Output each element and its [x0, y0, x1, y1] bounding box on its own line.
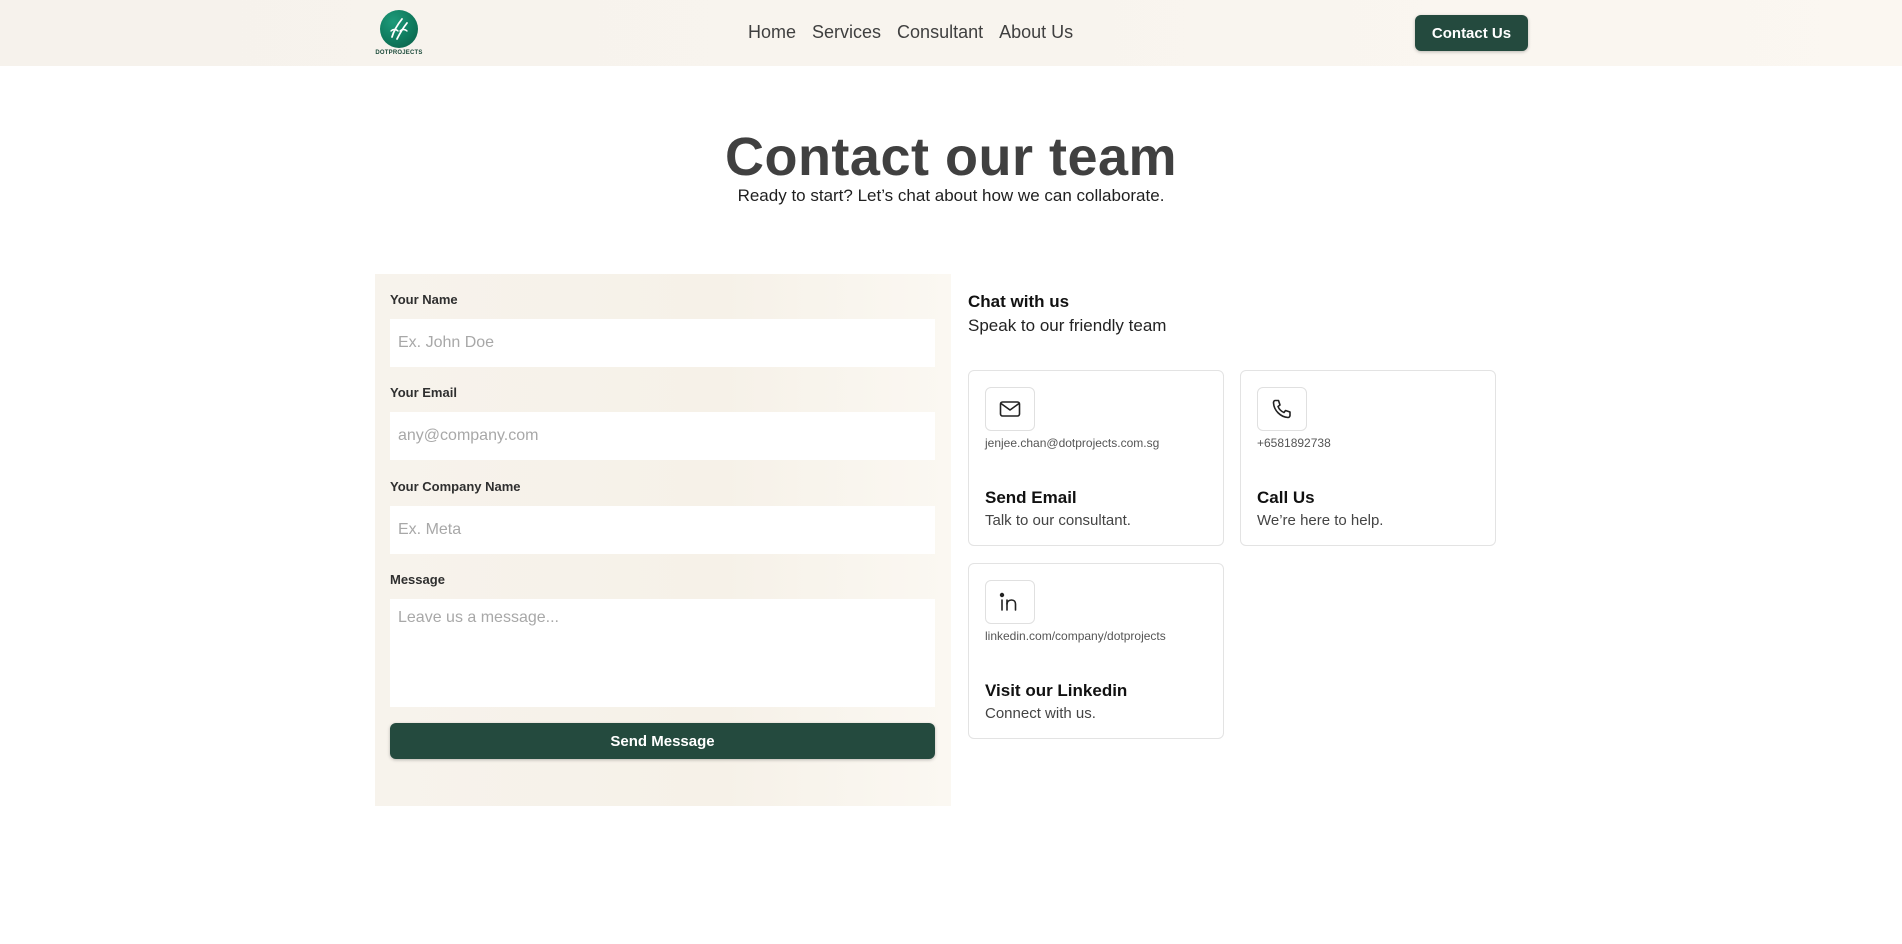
- logo-text: DOTPROJECTS: [375, 50, 423, 56]
- phone-icon: [1257, 387, 1307, 431]
- linkedin-card-title: Visit our Linkedin: [985, 681, 1128, 700]
- navbar: DOTPROJECTS Home Services Consultant Abo…: [0, 0, 1902, 66]
- nav-link-home[interactable]: Home: [748, 20, 796, 44]
- email-card-title: Send Email: [985, 488, 1077, 507]
- company-input[interactable]: [390, 506, 935, 554]
- name-input[interactable]: [390, 319, 935, 367]
- send-message-button[interactable]: Send Message: [390, 723, 935, 759]
- chat-title: Chat with us: [968, 292, 1070, 311]
- email-label: Your Email: [390, 385, 457, 400]
- mail-icon: [985, 387, 1035, 431]
- linkedin-icon: [985, 580, 1035, 624]
- phone-card-subtitle: We’re here to help.: [1257, 512, 1384, 529]
- phone-number[interactable]: +6581892738: [1257, 436, 1331, 450]
- linkedin-card[interactable]: linkedin.com/company/dotprojects Visit o…: [968, 563, 1224, 739]
- company-label: Your Company Name: [390, 479, 521, 494]
- email-address[interactable]: jenjee.chan@dotprojects.com.sg: [985, 436, 1159, 450]
- contact-us-button[interactable]: Contact Us: [1415, 15, 1528, 51]
- name-label: Your Name: [390, 292, 458, 307]
- message-textarea[interactable]: [390, 599, 935, 707]
- logo[interactable]: DOTPROJECTS: [375, 10, 423, 60]
- chat-subtitle: Speak to our friendly team: [968, 316, 1167, 335]
- page-title: Contact our team: [724, 127, 1178, 187]
- message-label: Message: [390, 572, 445, 587]
- linkedin-url[interactable]: linkedin.com/company/dotprojects: [985, 629, 1166, 643]
- phone-card[interactable]: +6581892738 Call Us We’re here to help.: [1240, 370, 1496, 546]
- logo-mark-icon: [380, 10, 418, 48]
- nav-link-about-us[interactable]: About Us: [999, 20, 1073, 44]
- linkedin-card-subtitle: Connect with us.: [985, 705, 1096, 722]
- page-subtitle: Ready to start? Let’s chat about how we …: [737, 186, 1165, 205]
- nav-link-services[interactable]: Services: [812, 20, 881, 44]
- contact-form: Your Name Your Email Your Company Name M…: [375, 274, 951, 806]
- phone-card-title: Call Us: [1257, 488, 1315, 507]
- nav-link-consultant[interactable]: Consultant: [897, 20, 983, 44]
- email-card[interactable]: jenjee.chan@dotprojects.com.sg Send Emai…: [968, 370, 1224, 546]
- main-nav: Home Services Consultant About Us: [748, 20, 1073, 44]
- email-card-subtitle: Talk to our consultant.: [985, 512, 1131, 529]
- email-input[interactable]: [390, 412, 935, 460]
